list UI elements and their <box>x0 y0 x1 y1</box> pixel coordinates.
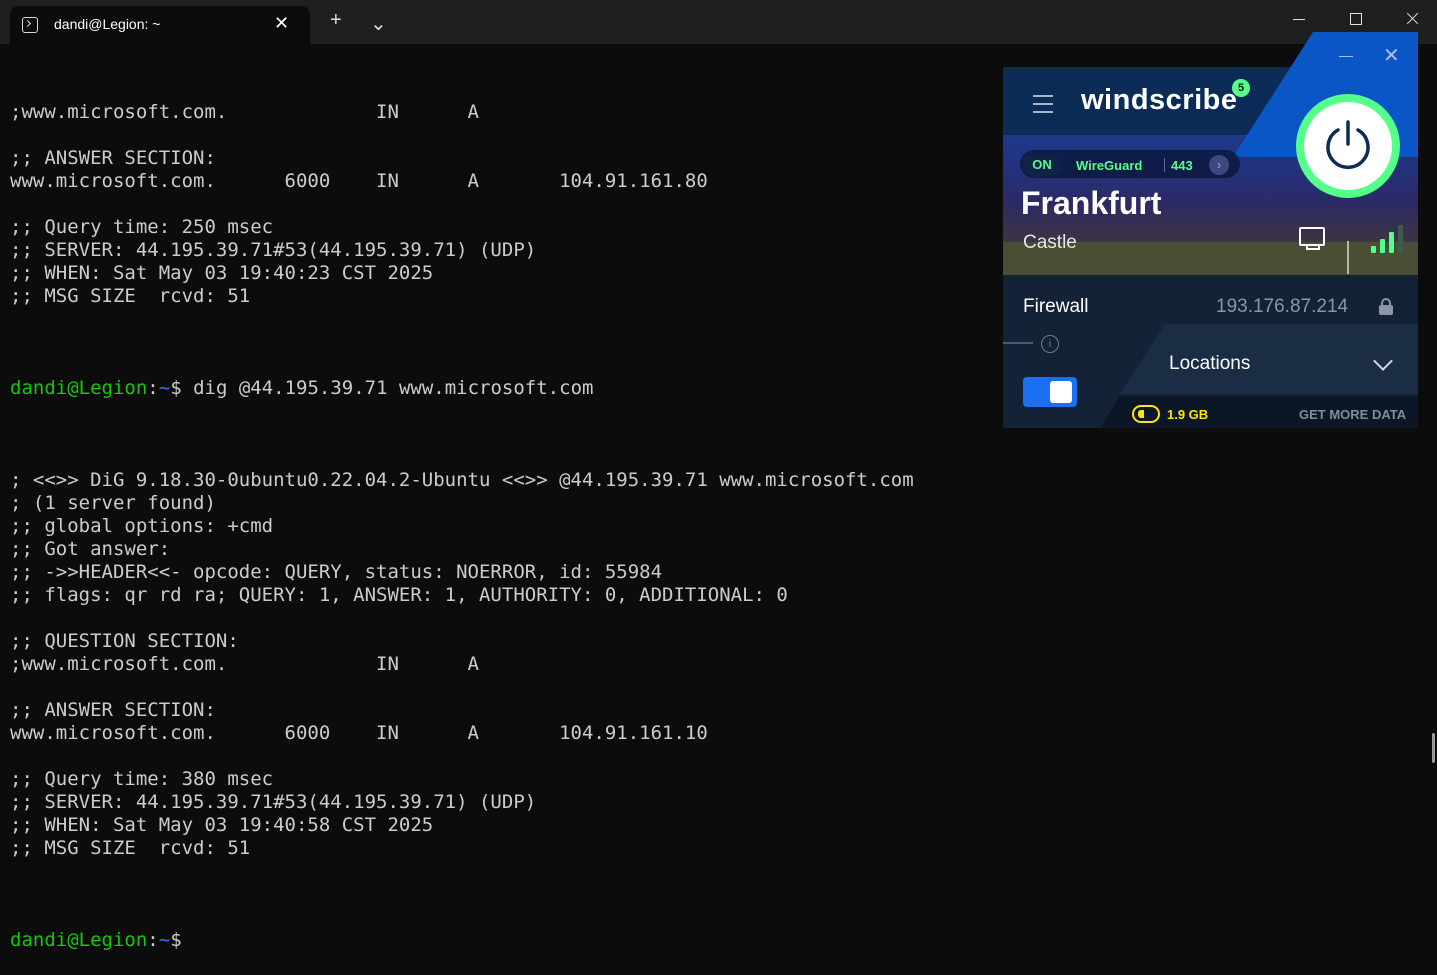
prompt-sep: : <box>147 377 159 399</box>
chevron-right-icon[interactable]: › <box>1209 155 1229 175</box>
network-icon[interactable] <box>1299 227 1325 250</box>
terminal-line: ;; MSG SIZE rcvd: 51 <box>10 837 251 859</box>
power-icon <box>1326 120 1370 169</box>
terminal-line: ;; Query time: 380 msec <box>10 768 274 790</box>
prompt-user: dandi@Legion <box>10 929 148 951</box>
terminal-line: ;; MSG SIZE rcvd: 51 <box>10 285 251 307</box>
notification-badge[interactable]: 5 <box>1232 79 1250 97</box>
firewall-toggle[interactable] <box>1023 377 1077 407</box>
terminal-output[interactable]: ;www.microsoft.com. IN A ;; ANSWER SECTIO… <box>10 55 1010 951</box>
terminal-scrollbar[interactable] <box>1432 733 1435 763</box>
terminal-line: ; (1 server found) <box>10 492 216 514</box>
prompt-dollar: $ <box>170 377 194 399</box>
terminal-line: ;; flags: qr rd ra; QUERY: 1, ANSWER: 1,… <box>10 584 788 606</box>
terminal-line: ;; WHEN: Sat May 03 19:40:58 CST 2025 <box>10 814 434 836</box>
prompt-line: dandi@Legion:~$ dig @44.195.39.71 www.mi… <box>10 377 1010 400</box>
port-label: 443 <box>1171 158 1193 173</box>
terminal-line: ; <<>> DiG 9.18.30-0ubuntu0.22.04.2-Ubun… <box>10 469 914 491</box>
prompt-command: dig @44.195.39.71 www.microsoft.com <box>193 377 594 399</box>
signal-strength-icon <box>1371 225 1403 253</box>
tab-close-button[interactable]: ✕ <box>274 14 289 32</box>
terminal-line: ;www.microsoft.com. IN A <box>10 653 479 675</box>
terminal-line: ;; Got answer: <box>10 538 171 560</box>
terminal-line: ;www.microsoft.com. IN A <box>10 101 479 123</box>
windscribe-minimize-button[interactable] <box>1339 56 1353 57</box>
protocol-label: WireGuard <box>1076 158 1143 173</box>
prompt-path: ~ <box>158 929 171 951</box>
status-divider <box>1164 158 1165 172</box>
terminal-line: ;; ANSWER SECTION: <box>10 699 216 721</box>
terminal-line: ;; WHEN: Sat May 03 19:40:23 CST 2025 <box>10 262 434 284</box>
windscribe-logo: windscribe <box>1081 84 1238 116</box>
location-node: Castle <box>1023 232 1077 253</box>
terminal-line: ;; SERVER: 44.195.39.71#53(44.195.39.71)… <box>10 791 537 813</box>
terminal-line: ;; global options: +cmd <box>10 515 274 537</box>
data-remaining: 1.9 GB <box>1167 407 1209 422</box>
windscribe-close-button[interactable]: ✕ <box>1383 46 1400 66</box>
locations-label[interactable]: Locations <box>1169 353 1250 375</box>
status-badge: ON <box>1022 154 1062 176</box>
tab-title: dandi@Legion: ~ <box>54 16 161 32</box>
dig-output-1: ;www.microsoft.com. IN A ;; ANSWER SECTIO… <box>10 101 1010 331</box>
data-usage-icon <box>1132 405 1160 423</box>
terminal-line: ;; SERVER: 44.195.39.71#53(44.195.39.71)… <box>10 239 537 261</box>
terminal-line: ;; Query time: 250 msec <box>10 216 274 238</box>
terminal-line: ;; ->>HEADER<<- opcode: QUERY, status: N… <box>10 561 663 583</box>
terminal-line: ;; ANSWER SECTION: <box>10 147 216 169</box>
dig-output-2: ; <<>> DiG 9.18.30-0ubuntu0.22.04.2-Ubun… <box>10 446 1010 883</box>
prompt-user: dandi@Legion <box>10 377 148 399</box>
prompt-sep: : <box>147 929 159 951</box>
prompt-line-current[interactable]: dandi@Legion:~$ <box>10 929 1010 952</box>
terminal-line: ;; QUESTION SECTION: <box>10 630 239 652</box>
divider <box>1003 342 1033 344</box>
new-tab-button[interactable]: + <box>330 10 342 30</box>
prompt-path: ~ <box>158 377 171 399</box>
windscribe-widget: ✕ windscribe 5 ON WireGuard 443 › Frankf… <box>1003 32 1418 428</box>
banner-divider <box>1347 241 1349 274</box>
firewall-label: Firewall <box>1023 296 1089 317</box>
ip-address: 193.176.87.214 <box>1216 296 1349 317</box>
power-button[interactable] <box>1304 102 1392 190</box>
terminal-tab[interactable]: dandi@Legion: ~ ✕ <box>10 6 310 44</box>
location-city: Frankfurt <box>1021 185 1162 221</box>
terminal-line: www.microsoft.com. 6000 IN A 104.91.161.… <box>10 722 708 744</box>
terminal-icon <box>22 17 38 33</box>
tab-dropdown-button[interactable]: ⌄ <box>370 14 387 34</box>
prompt-dollar: $ <box>170 929 194 951</box>
lock-icon[interactable] <box>1379 298 1393 315</box>
toggle-knob <box>1050 381 1072 403</box>
hamburger-menu-icon[interactable] <box>1033 95 1053 119</box>
terminal-line: www.microsoft.com. 6000 IN A 104.91.161.… <box>10 170 708 192</box>
info-icon[interactable]: i <box>1041 335 1059 353</box>
get-more-data-link[interactable]: GET MORE DATA <box>1299 407 1406 422</box>
